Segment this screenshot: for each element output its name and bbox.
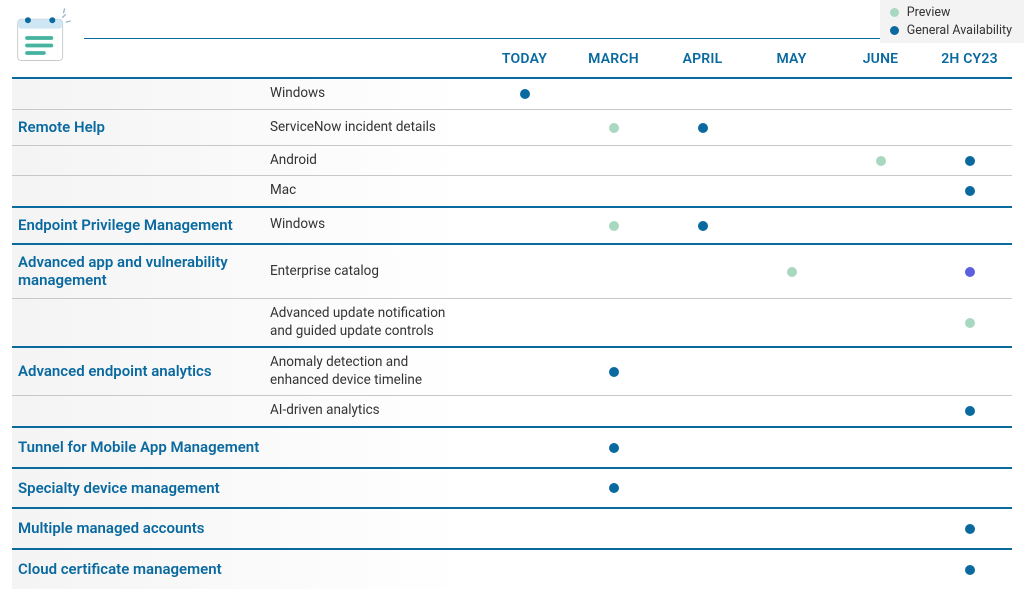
feature-row: Tunnel for Mobile App Management xyxy=(12,428,1012,467)
feature-section: Multiple managed accounts xyxy=(12,507,1012,548)
ga-dot-icon xyxy=(520,89,530,99)
feature-name: Specialty device management xyxy=(12,469,480,508)
feature-name: Multiple managed accounts xyxy=(12,509,480,548)
feature-item: Windows xyxy=(270,210,480,240)
timeline-cell xyxy=(925,403,1014,419)
calendar-icon xyxy=(12,8,72,68)
feature-name: Cloud certificate management xyxy=(12,550,480,589)
ga-dot-icon xyxy=(609,367,619,377)
feature-row: Advanced app and vulnerability managemen… xyxy=(12,245,1012,299)
timeline-cell xyxy=(658,217,747,233)
timeline-cell xyxy=(569,439,658,455)
roadmap-page: Preview General Availability TODAY MARCH… xyxy=(0,0,1024,595)
feature-item: Android xyxy=(270,146,480,176)
preview-dot-icon xyxy=(965,318,975,328)
feature-item: Mac xyxy=(270,176,480,206)
feature-item: ServiceNow incident details xyxy=(270,113,480,143)
legend-label-ga: General Availability xyxy=(907,22,1012,40)
ga-dot-icon xyxy=(609,483,619,493)
timeline-cell xyxy=(658,119,747,135)
col-header: TODAY xyxy=(480,51,569,67)
col-header: 2H CY23 xyxy=(925,51,1014,67)
col-header: JUNE xyxy=(836,51,925,67)
feature-item: AI-driven analytics xyxy=(270,396,480,426)
feature-row: Specialty device management xyxy=(12,469,1012,508)
ga-dot-icon xyxy=(698,221,708,231)
feature-name: Endpoint Privilege Management xyxy=(12,208,270,243)
timeline-cell xyxy=(569,217,658,233)
col-header: MARCH xyxy=(569,51,658,67)
feature-section: Advanced app and vulnerability managemen… xyxy=(12,243,1012,347)
ga-dot-icon xyxy=(965,524,975,534)
feature-item: Anomaly detection and enhanced device ti… xyxy=(270,348,480,395)
timeline-cell xyxy=(569,480,658,496)
legend-row-preview: Preview xyxy=(890,4,1012,22)
preview-dot-icon xyxy=(609,123,619,133)
feature-name: Advanced app and vulnerability managemen… xyxy=(12,245,270,299)
feature-row: Cloud certificate management xyxy=(12,550,1012,589)
timeline-cell xyxy=(925,153,1014,169)
timeline-cell xyxy=(569,119,658,135)
timeline-cell xyxy=(480,86,569,102)
feature-row: Advanced update notification and guided … xyxy=(12,298,1012,346)
feature-item: Advanced update notification and guided … xyxy=(270,299,480,346)
feature-row: Windows xyxy=(12,79,1012,109)
feature-row: Endpoint Privilege ManagementWindows xyxy=(12,208,1012,243)
feature-name: Remote Help xyxy=(12,110,270,145)
legend-dot-ga xyxy=(890,26,899,35)
feature-row: Advanced endpoint analyticsAnomaly detec… xyxy=(12,348,1012,395)
feature-section: Tunnel for Mobile App Management xyxy=(12,426,1012,467)
ga-dot-icon xyxy=(609,443,619,453)
feature-row: Multiple managed accounts xyxy=(12,509,1012,548)
feature-row: Android xyxy=(12,145,1012,176)
ga-dot-icon xyxy=(698,123,708,133)
timeline-cell xyxy=(925,263,1014,279)
timeline-cell xyxy=(747,263,836,279)
col-header: APRIL xyxy=(658,51,747,67)
column-header-row: TODAY MARCH APRIL MAY JUNE 2H CY23 xyxy=(12,39,1012,77)
feature-row: Remote HelpServiceNow incident details xyxy=(12,109,1012,145)
ga-dot-icon xyxy=(965,156,975,166)
legend-label-preview: Preview xyxy=(907,4,951,22)
feature-item: Enterprise catalog xyxy=(270,257,480,287)
col-header: MAY xyxy=(747,51,836,67)
feature-row: Mac xyxy=(12,175,1012,206)
feature-section: Specialty device management xyxy=(12,467,1012,508)
preview-dot-icon xyxy=(787,267,797,277)
feature-item: Windows xyxy=(270,79,480,109)
timeline-cell xyxy=(925,315,1014,331)
ga-dot-icon xyxy=(965,406,975,416)
feature-section: Cloud certificate management xyxy=(12,548,1012,589)
feature-row: AI-driven analytics xyxy=(12,395,1012,426)
legend-dot-preview xyxy=(890,8,899,17)
legend-row-ga: General Availability xyxy=(890,22,1012,40)
timeline-cell xyxy=(925,521,1014,537)
feature-section: Endpoint Privilege ManagementWindows xyxy=(12,206,1012,243)
timeline-cell xyxy=(836,153,925,169)
feature-name: Advanced endpoint analytics xyxy=(12,354,270,389)
timeline-cell xyxy=(925,183,1014,199)
feature-section: Advanced endpoint analyticsAnomaly detec… xyxy=(12,346,1012,426)
preview-dot-icon xyxy=(876,156,886,166)
roadmap-table: TODAY MARCH APRIL MAY JUNE 2H CY23 Windo… xyxy=(0,0,1024,595)
preview-dot-icon xyxy=(609,221,619,231)
timeline-cell xyxy=(569,364,658,380)
ga-dot-icon xyxy=(965,565,975,575)
ga-dot-icon xyxy=(965,267,975,277)
feature-name: Tunnel for Mobile App Management xyxy=(12,428,480,467)
timeline-cell xyxy=(925,561,1014,577)
feature-section: WindowsRemote HelpServiceNow incident de… xyxy=(12,77,1012,206)
ga-dot-icon xyxy=(965,186,975,196)
legend: Preview General Availability xyxy=(880,0,1024,43)
